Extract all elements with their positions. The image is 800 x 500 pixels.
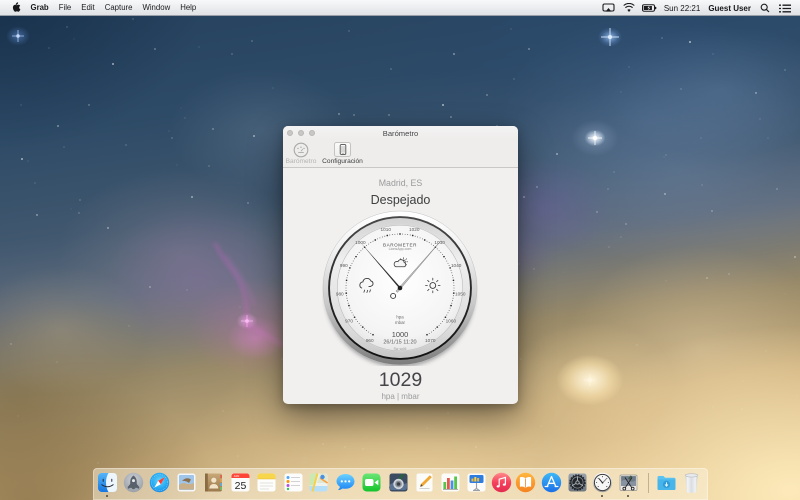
svg-text:1020: 1020 xyxy=(409,227,420,232)
svg-text:JAN: JAN xyxy=(233,474,239,478)
svg-text:980: 980 xyxy=(336,291,344,296)
svg-text:1010: 1010 xyxy=(381,227,392,232)
svg-text:990: 990 xyxy=(340,263,348,268)
svg-text:1060: 1060 xyxy=(446,318,457,323)
svg-text:25: 25 xyxy=(234,480,246,492)
svg-text:hpa: hpa xyxy=(396,315,404,320)
svg-text:970: 970 xyxy=(345,318,353,323)
svg-text:1000: 1000 xyxy=(392,330,408,339)
svg-text:mbar: mbar xyxy=(395,320,406,325)
svg-text:26/1/15 11:20: 26/1/15 11:20 xyxy=(383,340,416,346)
svg-text:960: 960 xyxy=(366,338,374,343)
svg-text:LionsApp.com: LionsApp.com xyxy=(389,247,412,251)
svg-text:Rcr sa06: Rcr sa06 xyxy=(394,347,407,351)
svg-text:1030: 1030 xyxy=(434,240,445,245)
svg-text:1070: 1070 xyxy=(425,338,436,343)
svg-text:1050: 1050 xyxy=(455,291,466,296)
svg-text:1040: 1040 xyxy=(451,263,462,268)
